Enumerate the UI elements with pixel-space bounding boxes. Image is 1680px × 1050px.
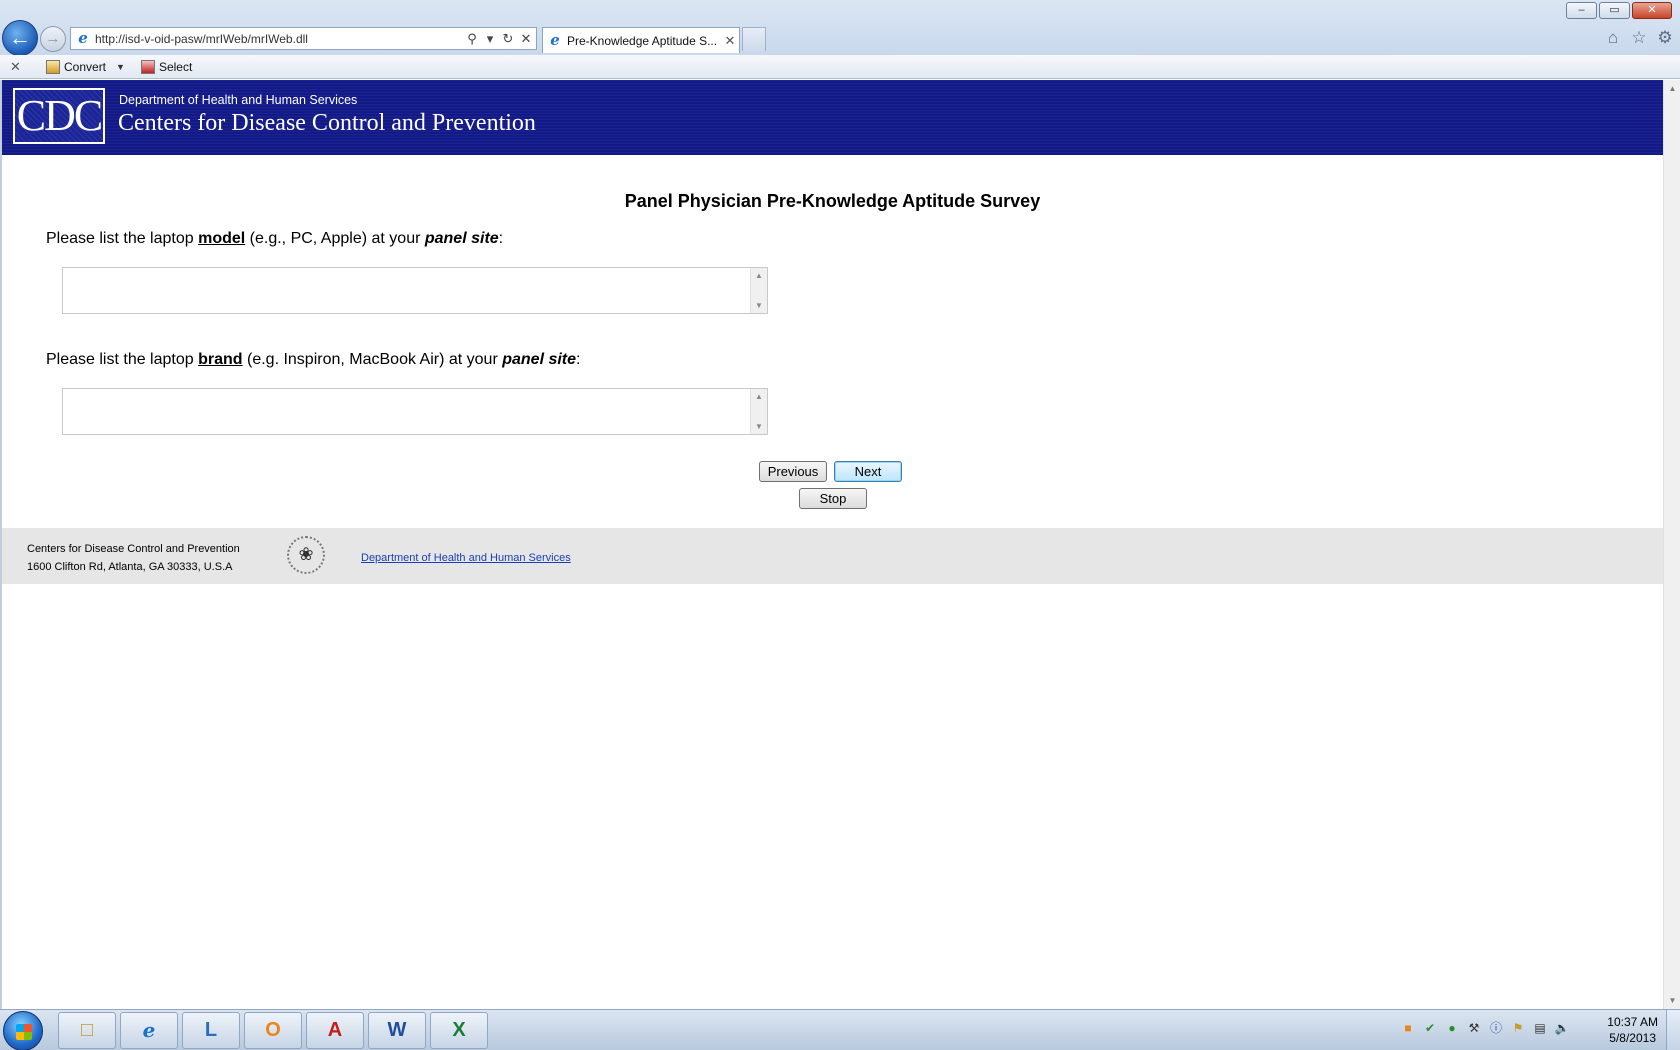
close-toolbar-icon[interactable]: ✕: [10, 59, 30, 75]
word-icon[interactable]: W: [368, 1012, 426, 1049]
new-tab-button[interactable]: [742, 27, 766, 51]
scroll-down-icon[interactable]: ▼: [1664, 992, 1680, 1009]
lync-icon[interactable]: L: [182, 1012, 240, 1049]
network-globe-icon[interactable]: ●: [1444, 1020, 1460, 1036]
cdc-header-banner: CDC Department of Health and Human Servi…: [2, 80, 1663, 155]
search-icon[interactable]: ⚲: [464, 31, 480, 47]
select-icon: [140, 59, 155, 74]
convert-icon: [46, 59, 60, 74]
select-button[interactable]: Select: [140, 59, 193, 74]
close-button[interactable]: ✕: [1632, 2, 1672, 19]
file-explorer-icon[interactable]: □: [58, 1012, 116, 1049]
favorites-star-icon[interactable]: ☆: [1630, 28, 1648, 48]
tab-survey[interactable]: e Pre-Knowledge Aptitude S... ✕: [542, 27, 740, 53]
forward-button[interactable]: →: [40, 26, 66, 52]
system-clock[interactable]: 10:37 AM 5/8/2013: [1607, 1014, 1658, 1046]
system-tray: ■ ✔ ● ⚒ ⓘ ⚑ ▤ 🔈: [1400, 1020, 1570, 1036]
clock-time: 10:37 AM: [1607, 1015, 1658, 1029]
volume-icon[interactable]: 🔈: [1554, 1020, 1570, 1036]
question-text: (e.g. Inspiron, MacBook Air) at your: [242, 351, 503, 368]
scroll-down-icon[interactable]: ▼: [751, 301, 767, 310]
question-text: Please list the laptop: [46, 351, 199, 368]
question-keyword: brand: [198, 351, 243, 368]
page-scrollbar[interactable]: ▲ ▼: [1663, 80, 1680, 1009]
question-emphasis: panel site: [502, 351, 577, 368]
minimize-button[interactable]: –: [1566, 2, 1597, 19]
dropdown-icon[interactable]: ▾: [482, 31, 498, 47]
question-text: :: [576, 351, 581, 368]
browser-right-icons: ⌂ ☆ ⚙: [1604, 28, 1674, 48]
outlook-icon[interactable]: O: [244, 1012, 302, 1049]
back-arrow-icon: ←: [9, 25, 31, 50]
home-icon[interactable]: ⌂: [1604, 28, 1622, 48]
question-text: Please list the laptop: [46, 230, 199, 247]
info-icon[interactable]: ⓘ: [1488, 1020, 1504, 1036]
hhs-link[interactable]: Department of Health and Human Services: [361, 552, 571, 564]
outlook-tray-icon[interactable]: ■: [1400, 1020, 1416, 1036]
convert-button[interactable]: Convert ▼: [46, 59, 125, 74]
textarea-scrollbar[interactable]: ▲ ▼: [750, 268, 767, 313]
scroll-up-icon[interactable]: ▲: [751, 392, 767, 401]
shield-icon[interactable]: ✔: [1422, 1020, 1438, 1036]
address-bar[interactable]: e http://isd-v-oid-pasw/mrIWeb/mrIWeb.dl…: [70, 27, 537, 50]
internet-explorer-icon[interactable]: e: [120, 1012, 178, 1049]
previous-button[interactable]: Previous: [759, 461, 827, 482]
tab-ie-icon: e: [550, 30, 560, 49]
stop-icon[interactable]: ✕: [518, 31, 534, 47]
restore-button[interactable]: ▭: [1599, 2, 1630, 19]
back-button[interactable]: ←: [2, 20, 38, 56]
footer-address-line2: 1600 Clifton Rd, Atlanta, GA 30333, U.S.…: [27, 561, 233, 573]
windows-taskbar: □ e L O A W X ■ ✔ ● ⚒ ⓘ ⚑ ▤ 🔈 10:37 AM 5…: [0, 1009, 1680, 1050]
question-text: (e.g., PC, Apple) at your: [245, 230, 425, 247]
cdc-logo[interactable]: CDC: [13, 88, 105, 144]
chevron-down-icon[interactable]: ▼: [116, 62, 125, 72]
scroll-up-icon[interactable]: ▲: [751, 271, 767, 280]
excel-icon[interactable]: X: [430, 1012, 488, 1049]
hhs-eagle-icon: ❀: [287, 536, 325, 574]
footer-address-line1: Centers for Disease Control and Preventi…: [27, 543, 240, 555]
tools-icon[interactable]: ⚒: [1466, 1020, 1482, 1036]
laptop-brand-input[interactable]: [63, 389, 751, 434]
gear-icon[interactable]: ⚙: [1656, 28, 1674, 48]
agency-name: Centers for Disease Control and Preventi…: [118, 110, 536, 136]
department-name: Department of Health and Human Services: [119, 93, 358, 107]
convert-label: Convert: [64, 59, 107, 74]
scroll-down-icon[interactable]: ▼: [751, 422, 767, 431]
tab-title: Pre-Knowledge Aptitude S...: [567, 33, 718, 48]
tab-close-icon[interactable]: ✕: [721, 33, 739, 49]
show-desktop-button[interactable]: [1666, 1010, 1680, 1050]
network-icon[interactable]: ▤: [1532, 1020, 1548, 1036]
page-viewport: CDC Department of Health and Human Servi…: [0, 80, 1680, 1009]
next-button[interactable]: Next: [834, 461, 902, 482]
ie-page-icon: e: [78, 28, 88, 47]
page-title: Panel Physician Pre-Knowledge Aptitude S…: [624, 191, 1041, 211]
start-button[interactable]: [3, 1011, 43, 1050]
stop-button[interactable]: Stop: [799, 488, 867, 509]
refresh-icon[interactable]: ↻: [500, 31, 516, 47]
command-bar: ✕ Convert ▼ Select: [0, 55, 1680, 79]
question-keyword: model: [198, 230, 246, 247]
page-footer: Centers for Disease Control and Preventi…: [2, 528, 1663, 584]
question-laptop-model: Please list the laptop model (e.g., PC, …: [46, 230, 503, 248]
question-emphasis: panel site: [424, 230, 499, 247]
window-controls: – ▭ ✕: [1566, 2, 1672, 19]
scroll-up-icon[interactable]: ▲: [1664, 80, 1680, 97]
question-laptop-brand: Please list the laptop brand (e.g. Inspi…: [46, 351, 580, 369]
textarea-scrollbar[interactable]: ▲ ▼: [750, 389, 767, 434]
acrobat-icon[interactable]: A: [306, 1012, 364, 1049]
footer-address: Centers for Disease Control and Preventi…: [27, 540, 240, 576]
browser-titlebar: – ▭ ✕ ← → e http://isd-v-oid-pasw/mrIWeb…: [0, 0, 1680, 56]
clock-date: 5/8/2013: [1609, 1031, 1656, 1045]
select-label: Select: [158, 59, 193, 74]
answer-box-model: ▲ ▼: [62, 267, 768, 314]
laptop-model-input[interactable]: [63, 268, 751, 313]
forward-arrow-icon: →: [45, 30, 61, 47]
question-text: :: [498, 230, 504, 247]
address-url[interactable]: http://isd-v-oid-pasw/mrIWeb/mrIWeb.dll: [95, 32, 464, 46]
flag-icon[interactable]: ⚑: [1510, 1020, 1526, 1036]
answer-box-brand: ▲ ▼: [62, 388, 768, 435]
